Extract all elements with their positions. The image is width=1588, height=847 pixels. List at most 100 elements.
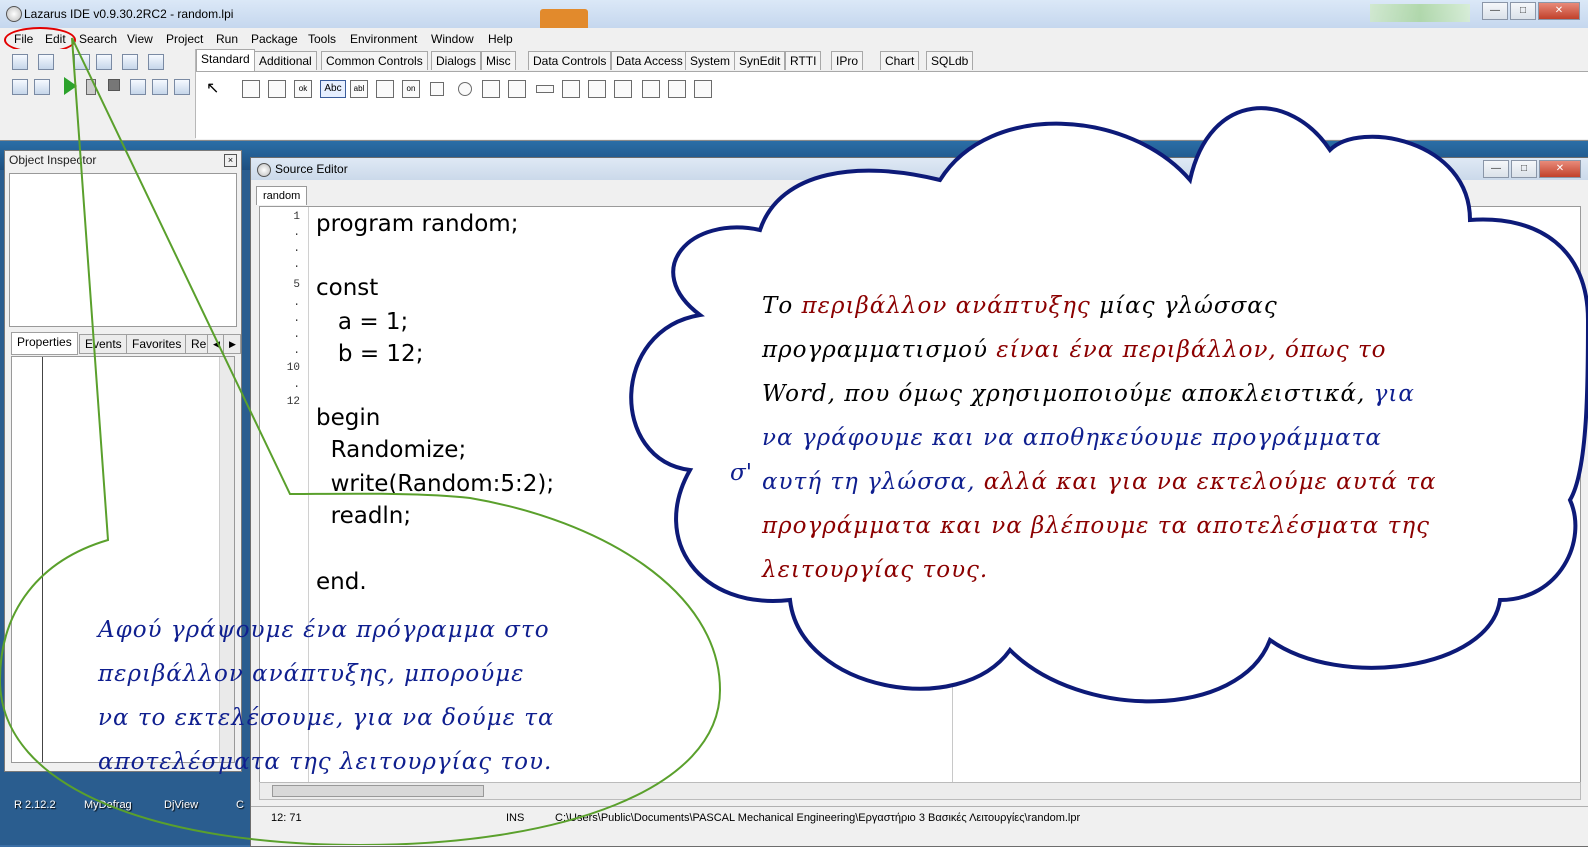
desktop-icon-r[interactable]: R 2.12.2 — [14, 799, 56, 811]
desktop-icon-partial[interactable]: C — [236, 799, 244, 811]
listbox-component-icon[interactable] — [482, 80, 500, 98]
close-button[interactable]: ✕ — [1538, 2, 1580, 20]
groupbox-component-icon[interactable] — [562, 80, 580, 98]
file-path: C:\Users\Public\Documents\PASCAL Mechani… — [555, 812, 1081, 824]
editor-minimize-button[interactable]: — — [1483, 160, 1509, 178]
edit-component-icon[interactable]: abl — [350, 80, 368, 98]
palette-tab-ipro[interactable]: IPro — [831, 51, 864, 70]
cloud-text-segment: είναι ένα περιβάλλον, όπως το — [996, 337, 1387, 363]
close-icon[interactable]: × — [224, 154, 237, 167]
editor-close-button[interactable]: ✕ — [1539, 160, 1581, 178]
palette-tab-additional[interactable]: Additional — [254, 51, 317, 70]
tab-favorites[interactable]: Favorites — [126, 334, 188, 354]
palette-tab-data-access[interactable]: Data Access — [611, 51, 688, 70]
code-line: const — [316, 275, 379, 301]
stop-icon[interactable] — [108, 79, 120, 91]
cloud-text-segment: λειτουργίας τους. — [762, 557, 989, 583]
palette-tab-data-controls[interactable]: Data Controls — [528, 51, 612, 70]
palette-tab-common-controls[interactable]: Common Controls — [321, 51, 428, 70]
step-over-icon[interactable] — [152, 79, 168, 95]
maximize-button[interactable]: □ — [1510, 2, 1536, 20]
frame-component-icon[interactable] — [668, 80, 686, 98]
source-editor-titlebar: Source Editor — □ ✕ — [251, 158, 1588, 180]
tab-properties[interactable]: Properties — [11, 332, 78, 355]
palette-tab-sqldb[interactable]: SQLdb — [926, 51, 974, 70]
menu-window[interactable]: Window — [431, 32, 474, 46]
palette-tab-rtti[interactable]: RTTI — [785, 51, 822, 70]
tab-events[interactable]: Events — [79, 334, 128, 354]
code-line: a = 1; — [316, 309, 409, 335]
desktop-icon-djview[interactable]: DjView — [164, 799, 198, 811]
grid-divider — [42, 357, 43, 762]
pointer-tool-icon[interactable]: ↖ — [206, 78, 219, 98]
minimize-icon: — — [1490, 5, 1500, 16]
palette-tab-standard[interactable]: Standard — [196, 49, 255, 71]
new-unit-icon[interactable] — [12, 54, 28, 70]
popupmenu-component-icon[interactable] — [268, 80, 286, 98]
memo-component-icon[interactable] — [376, 80, 394, 98]
run-to-cursor-icon[interactable] — [174, 79, 190, 95]
menu-view[interactable]: View — [127, 32, 153, 46]
view-forms-icon[interactable] — [12, 79, 28, 95]
palette-tab-misc[interactable]: Misc — [481, 51, 516, 70]
line-number: 12 — [286, 396, 300, 408]
cloud-line: προγράμματα και να βλέπουμε τα αποτελέσμ… — [762, 504, 1542, 548]
line-number: 10 — [286, 362, 300, 374]
ide-main-window: Lazarus IDE v0.9.30.2RC2 - random.lpi — … — [0, 0, 1588, 141]
save-all-icon[interactable] — [96, 54, 112, 70]
togglebox-component-icon[interactable]: on — [402, 80, 420, 98]
maximize-icon: □ — [1520, 163, 1528, 174]
mainmenu-component-icon[interactable] — [242, 80, 260, 98]
menu-search[interactable]: Search — [79, 32, 117, 46]
editor-window-controls: — □ ✕ — [1483, 160, 1581, 178]
editor-tab-random[interactable]: random — [256, 186, 308, 205]
editor-maximize-button[interactable]: □ — [1511, 160, 1537, 178]
palette-tab-chart[interactable]: Chart — [880, 51, 920, 70]
radiogroup-component-icon[interactable] — [588, 80, 606, 98]
tab-scroll-right-icon[interactable]: ▶ — [223, 334, 241, 354]
radiobutton-component-icon[interactable] — [458, 82, 472, 96]
palette-tab-dialogs[interactable]: Dialogs — [431, 51, 482, 70]
cloud-line: προγραμματισμού είναι ένα περιβάλλον, όπ… — [762, 328, 1542, 372]
new-form-icon[interactable] — [34, 79, 50, 95]
cloud-line: αυτή τη γλώσσα, αλλά και για να εκτελούμ… — [762, 460, 1542, 504]
pause-icon[interactable] — [86, 79, 96, 95]
lazarus-logo-icon — [257, 163, 271, 177]
combobox-component-icon[interactable] — [508, 80, 526, 98]
checkgroup-component-icon[interactable] — [614, 80, 632, 98]
desktop-icon-mydefrag[interactable]: MyDefrag — [84, 799, 132, 811]
code-line: end. — [316, 569, 367, 595]
menu-environment[interactable]: Environment — [350, 32, 417, 46]
palette-tab-synedit[interactable]: SynEdit — [734, 51, 786, 70]
scrollbar-thumb[interactable] — [272, 785, 484, 797]
menu-tools[interactable]: Tools — [308, 32, 336, 46]
panel-component-icon[interactable] — [642, 80, 660, 98]
menu-package[interactable]: Package — [251, 32, 298, 46]
line-number: . — [293, 379, 300, 391]
component-tree[interactable] — [9, 173, 237, 327]
toggle-form-icon[interactable] — [122, 54, 138, 70]
palette-tab-system[interactable]: System — [685, 51, 736, 70]
menu-help[interactable]: Help — [488, 32, 513, 46]
minimize-button[interactable]: — — [1482, 2, 1508, 20]
button-component-icon[interactable]: ok — [294, 80, 312, 98]
horizontal-scrollbar[interactable] — [259, 782, 1581, 800]
minimize-icon: — — [1491, 163, 1501, 174]
label-component-icon[interactable]: Abc — [320, 80, 346, 98]
line-number: 1 — [293, 211, 300, 223]
checkbox-component-icon[interactable] — [430, 82, 444, 96]
scrollbar-component-icon[interactable] — [536, 85, 554, 93]
line-number: . — [293, 297, 300, 309]
window-controls: — □ ✕ — [1482, 2, 1580, 20]
actionlist-component-icon[interactable] — [694, 80, 712, 98]
view-units-icon[interactable] — [148, 54, 164, 70]
menu-run[interactable]: Run — [216, 32, 238, 46]
play-icon[interactable] — [64, 77, 77, 95]
save-icon[interactable] — [74, 54, 90, 70]
open-icon[interactable] — [38, 54, 54, 70]
component-palette: ↖ ok Abc abl on — [196, 71, 1588, 139]
cloud-text-segment: αλλά και για να εκτελούμε αυτά τα — [983, 469, 1437, 495]
step-into-icon[interactable] — [130, 79, 146, 95]
cloud-text-segment: Το — [762, 293, 802, 319]
menu-project[interactable]: Project — [166, 32, 203, 46]
